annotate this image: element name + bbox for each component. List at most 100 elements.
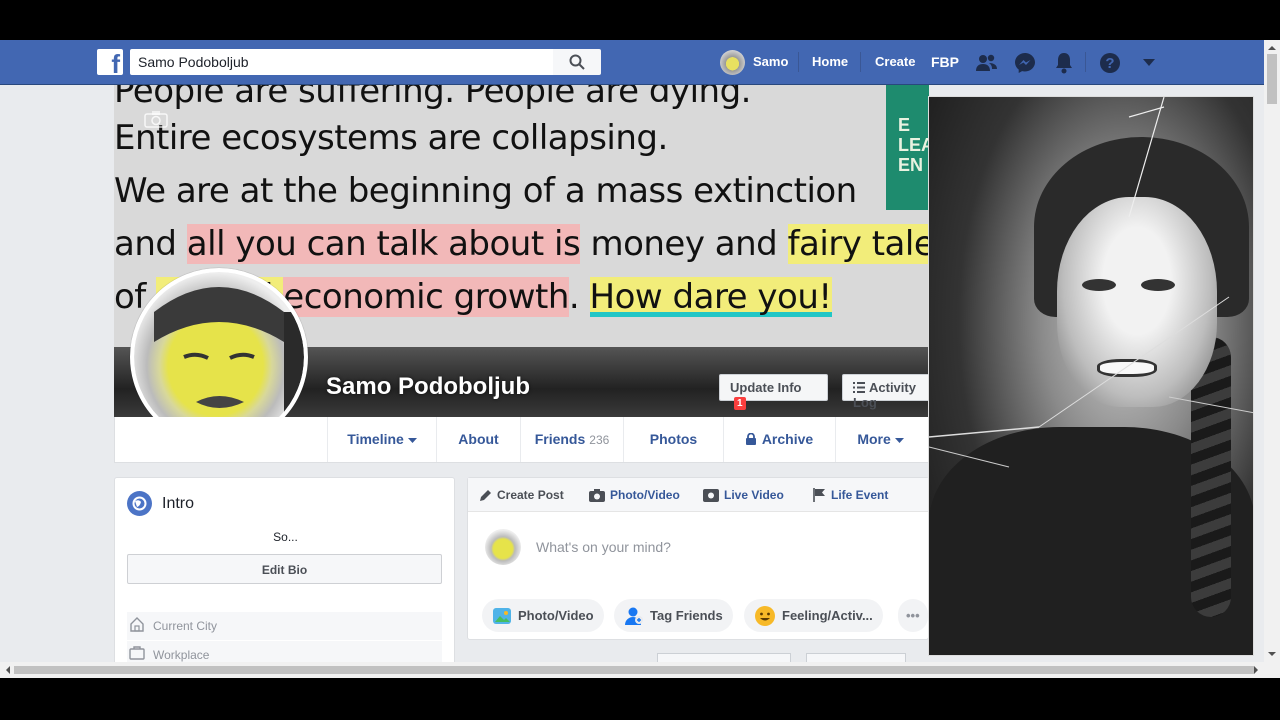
whats-on-your-mind-input[interactable]: What's on your mind? (536, 539, 671, 555)
tab-friends[interactable]: Friends 236 (520, 417, 623, 462)
nav-fbp-link[interactable]: FBP (931, 54, 959, 70)
nav-home-link[interactable]: Home (812, 54, 848, 69)
live-video-tab[interactable]: Live Video (703, 488, 784, 502)
video-crack-lines (929, 97, 1253, 468)
photo-video-tab[interactable]: Photo/Video (589, 488, 680, 502)
update-info-button[interactable]: Update Info 1 (719, 374, 828, 410)
friend-requests-icon[interactable] (975, 51, 999, 75)
nav-profile-avatar[interactable] (720, 50, 745, 75)
flag-icon (813, 488, 825, 502)
facebook-logo-icon[interactable]: f (97, 49, 123, 75)
friends-count: 236 (589, 433, 610, 447)
search-button[interactable] (553, 49, 601, 75)
workplace-label: Workplace (153, 648, 210, 662)
cover-highlight-pink: all you can talk about is (186, 224, 581, 264)
cover-highlight-pink: economic growth (283, 277, 569, 317)
tag-friends-pill[interactable]: Tag Friends (614, 599, 733, 632)
camera-icon[interactable] (144, 110, 168, 128)
feeling-activity-pill[interactable]: Feeling/Activ... (744, 599, 883, 632)
current-city-label: Current City (153, 619, 218, 633)
nav-divider (1085, 52, 1086, 72)
globe-icon (127, 491, 152, 516)
home-icon (130, 617, 144, 632)
photo-video-pill[interactable]: Photo/Video (482, 599, 604, 632)
account-menu-caret-icon[interactable] (1137, 51, 1161, 75)
profile-tab-bar: Timeline About Friends 236 Photos Archive… (114, 417, 929, 463)
live-video-icon (703, 488, 719, 502)
help-question-icon[interactable]: ? (1098, 51, 1122, 75)
notifications-bell-icon[interactable] (1052, 51, 1076, 75)
smiley-icon (755, 605, 775, 626)
briefcase-icon (129, 646, 145, 660)
photo-video-pill-label: Photo/Video (518, 608, 594, 623)
tab-about[interactable]: About (436, 417, 520, 462)
video-overlay[interactable] (928, 96, 1254, 656)
tab-archive[interactable]: Archive (723, 417, 835, 462)
scroll-left-arrow-icon (6, 666, 10, 674)
life-event-label: Life Event (831, 488, 889, 502)
cover-text-segment: and (114, 224, 187, 264)
search-input[interactable]: Samo Podoboljub (130, 49, 553, 75)
vertical-scrollbar-thumb[interactable] (1267, 54, 1277, 104)
cover-text-line: and all you can talk about is money and … (114, 224, 929, 264)
cover-text-line: People are suffering. People are dying. (114, 85, 752, 111)
lock-icon (745, 432, 756, 445)
intro-bio-text: So... (273, 530, 298, 544)
nav-profile-link[interactable]: Samo (753, 54, 788, 69)
vertical-scrollbar[interactable] (1264, 40, 1280, 678)
tab-label: Timeline (347, 431, 404, 447)
create-post-label: Create Post (497, 488, 564, 502)
messenger-icon[interactable] (1013, 51, 1037, 75)
chevron-down-icon (894, 438, 904, 443)
create-post-tab[interactable]: Create Post (479, 488, 564, 502)
nav-divider (860, 52, 861, 72)
edit-bio-button[interactable]: Edit Bio (127, 554, 442, 584)
notification-badge: 1 (734, 397, 746, 410)
cover-teal-banner: E LEA EN (886, 85, 929, 210)
pencil-icon (480, 489, 491, 501)
tab-timeline[interactable]: Timeline (327, 417, 436, 462)
svg-text:?: ? (1105, 55, 1114, 72)
cover-highlight-yellow: fairy tales (787, 224, 929, 264)
current-city-row[interactable]: Current City (127, 612, 442, 640)
tab-more[interactable]: More (835, 417, 925, 462)
life-event-tab[interactable]: Life Event (813, 488, 888, 502)
intro-title: Intro (162, 495, 195, 512)
nav-create-link[interactable]: Create (875, 54, 915, 69)
top-navigation-bar: f Samo Podoboljub Samo Home Create FBP ? (0, 40, 1264, 85)
cover-highlight-yellow: How dare you! (589, 277, 832, 317)
tag-friends-icon (625, 607, 643, 625)
tab-photos[interactable]: Photos (623, 417, 723, 462)
scroll-right-arrow-icon (1254, 666, 1258, 674)
photo-icon (493, 607, 511, 624)
chevron-down-icon (407, 438, 417, 443)
more-options-pill[interactable]: ••• (898, 599, 928, 632)
nav-divider (798, 52, 799, 72)
cover-text-line: We are at the beginning of a mass extinc… (114, 171, 857, 211)
composer-avatar (485, 529, 521, 565)
intro-card: Intro So... Edit Bio Current City Workpl… (114, 477, 455, 677)
composer-header: Create Post Photo/Video Live Video Life … (468, 478, 930, 512)
browser-viewport: f Samo Podoboljub Samo Home Create FBP ?… (0, 40, 1280, 678)
tab-label: Archive (761, 431, 814, 447)
tab-label: More (857, 431, 891, 447)
tab-label: Friends (534, 431, 586, 447)
camera-icon (589, 488, 605, 502)
photo-video-label: Photo/Video (610, 488, 680, 502)
scroll-down-arrow-icon (1268, 652, 1276, 656)
live-video-label: Live Video (724, 488, 784, 502)
cover-text-segment: money and (580, 224, 788, 264)
feeling-activity-pill-label: Feeling/Activ... (782, 608, 873, 623)
list-icon (853, 382, 865, 393)
cover-text-line: Entire ecosystems are collapsing. (114, 118, 668, 158)
activity-log-button[interactable]: Activity Log (842, 374, 929, 410)
tag-friends-pill-label: Tag Friends (650, 608, 723, 623)
horizontal-scrollbar-thumb[interactable] (14, 666, 1254, 674)
cover-text-segment: . (568, 277, 590, 317)
post-composer: Create Post Photo/Video Live Video Life … (467, 477, 930, 640)
profile-name[interactable]: Samo Podoboljub (326, 373, 530, 401)
update-info-label: Update Info (730, 380, 802, 395)
scroll-up-arrow-icon (1268, 46, 1276, 50)
horizontal-scrollbar[interactable] (0, 662, 1264, 678)
search-icon (569, 54, 585, 70)
